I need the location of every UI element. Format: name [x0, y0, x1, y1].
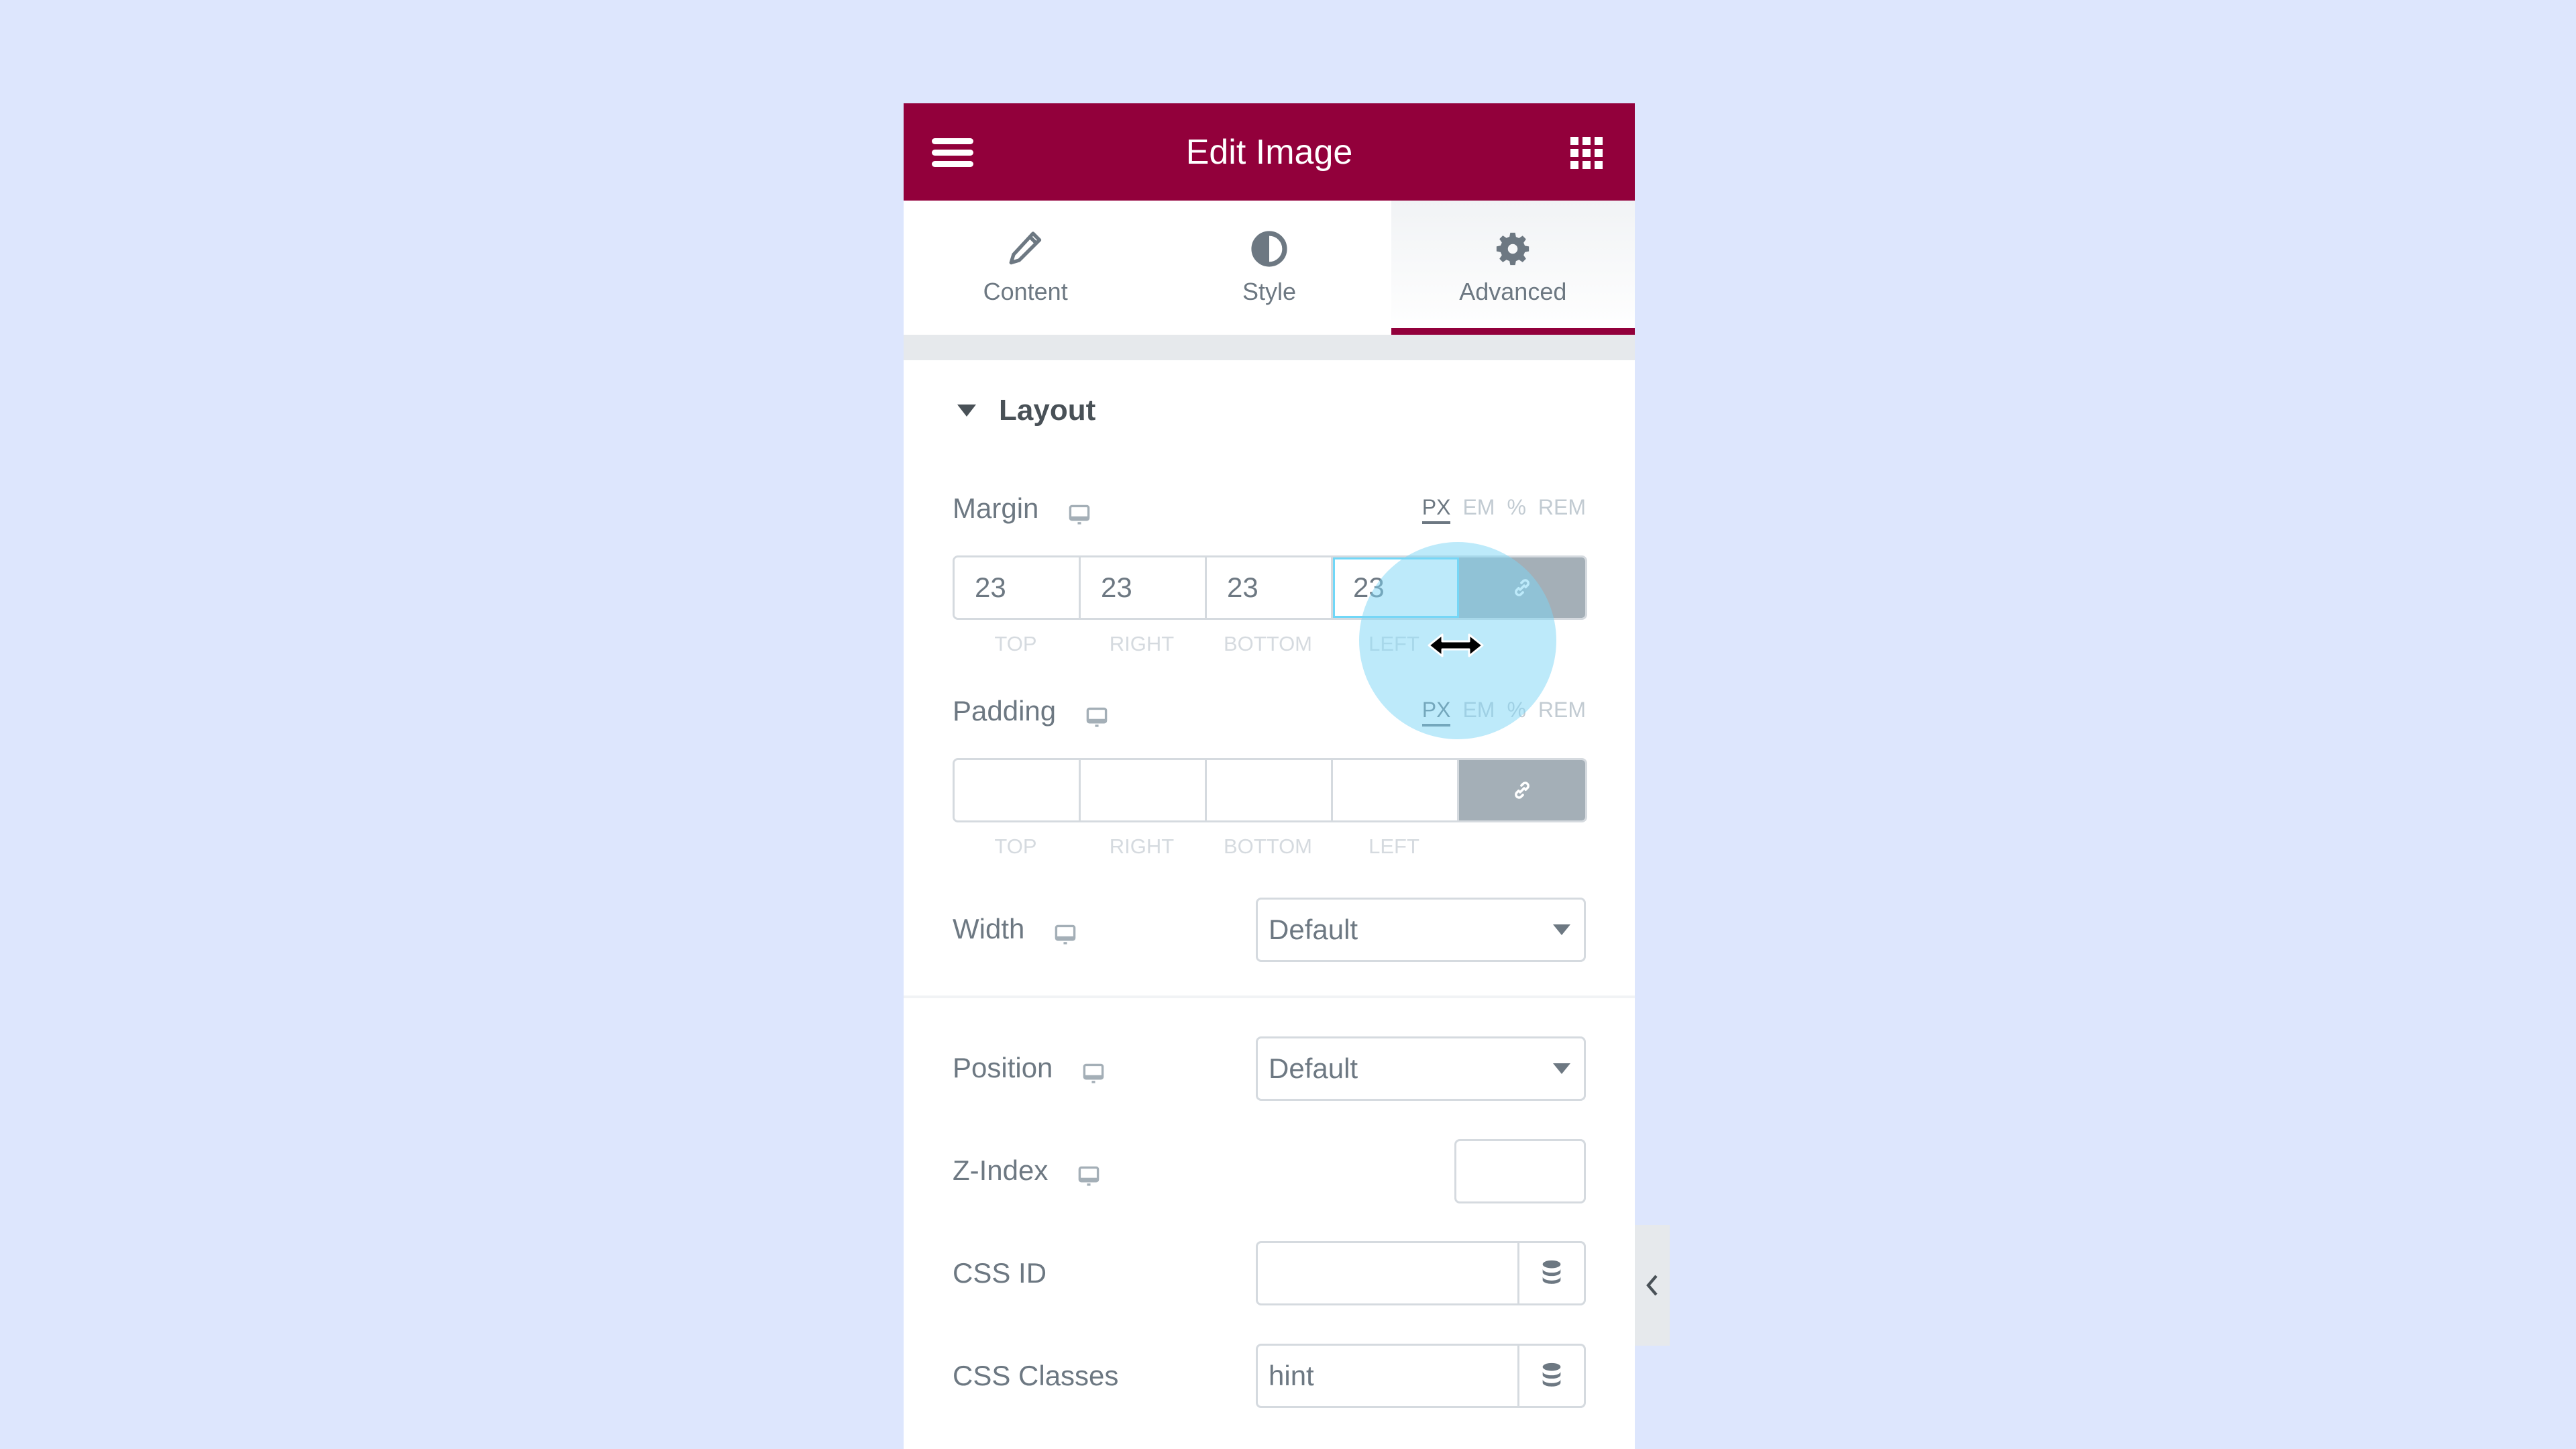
unit-percent[interactable]: %: [1507, 698, 1525, 727]
desktop-icon[interactable]: [1077, 1165, 1101, 1188]
unit-em[interactable]: EM: [1462, 495, 1495, 524]
dim-label-left: LEFT: [1368, 835, 1419, 858]
unit-rem[interactable]: REM: [1538, 495, 1586, 524]
chevron-down-icon: [1553, 1063, 1570, 1074]
dynamic-tags-button[interactable]: [1517, 1346, 1584, 1406]
panel-header: Edit Image: [904, 103, 1635, 201]
margin-dim-labels: TOP RIGHT BOTTOM LEFT: [953, 632, 1460, 656]
padding-link-button[interactable]: [1459, 760, 1585, 820]
tab-style-label: Style: [1242, 278, 1297, 305]
desktop-icon[interactable]: [1053, 924, 1077, 947]
unit-px[interactable]: PX: [1421, 698, 1451, 727]
margin-dimensions: 23 23 23 23: [953, 555, 1587, 620]
tab-advanced[interactable]: Advanced: [1391, 201, 1635, 335]
dim-label-bottom: BOTTOM: [1223, 835, 1313, 858]
chevron-left-icon: [1646, 1275, 1658, 1296]
position-row: Position Default: [953, 1036, 1586, 1101]
z-index-label: Z-Index: [953, 1154, 1049, 1186]
padding-dimensions: [953, 758, 1587, 822]
padding-left-input[interactable]: [1333, 760, 1459, 820]
z-index-input[interactable]: [1454, 1139, 1586, 1203]
dim-label-bottom: BOTTOM: [1223, 632, 1313, 655]
margin-bottom-input[interactable]: 23: [1207, 557, 1333, 618]
unit-rem[interactable]: REM: [1538, 698, 1586, 727]
panel-title: Edit Image: [1185, 132, 1353, 172]
tab-advanced-label: Advanced: [1459, 278, 1567, 305]
padding-units: PX EM % REM: [1421, 698, 1586, 727]
section-layout-toggle[interactable]: Layout: [904, 360, 1635, 461]
dim-label-top: TOP: [994, 632, 1037, 655]
css-classes-input[interactable]: hint: [1258, 1346, 1517, 1406]
unit-percent[interactable]: %: [1507, 495, 1525, 524]
link-icon: [1515, 579, 1529, 596]
desktop-icon[interactable]: [1085, 706, 1109, 729]
css-classes-field: hint: [1256, 1344, 1586, 1408]
css-id-label: CSS ID: [953, 1257, 1047, 1289]
desktop-icon[interactable]: [1081, 1063, 1106, 1085]
padding-bottom-input[interactable]: [1207, 760, 1333, 820]
margin-left-input[interactable]: 23: [1333, 557, 1459, 618]
dim-label-top: TOP: [994, 835, 1037, 858]
half-circle-icon: [1251, 231, 1287, 267]
tab-content[interactable]: Content: [904, 201, 1147, 335]
padding-label: Padding: [953, 695, 1057, 727]
collapse-panel-button[interactable]: [1635, 1225, 1670, 1346]
desktop-icon[interactable]: [1067, 504, 1091, 527]
padding-dim-labels: TOP RIGHT BOTTOM LEFT: [953, 835, 1460, 859]
link-icon: [1515, 782, 1529, 799]
panel-tabs: Content Style Advanced: [904, 201, 1635, 335]
unit-px[interactable]: PX: [1421, 495, 1451, 524]
css-id-row: CSS ID: [953, 1241, 1586, 1305]
database-icon: [1542, 1362, 1561, 1387]
padding-right-input[interactable]: [1081, 760, 1207, 820]
margin-right-input[interactable]: 23: [1081, 557, 1207, 618]
width-row: Width Default: [953, 898, 1586, 962]
css-id-field: [1256, 1241, 1586, 1305]
section-divider: [904, 996, 1635, 998]
tab-style[interactable]: Style: [1147, 201, 1391, 335]
width-label: Width: [953, 912, 1025, 945]
gear-icon: [1497, 232, 1529, 266]
dim-label-left: LEFT: [1368, 632, 1419, 655]
width-select[interactable]: Default: [1256, 898, 1586, 962]
dim-label-right: RIGHT: [1109, 632, 1175, 655]
position-label: Position: [953, 1051, 1053, 1083]
margin-link-button[interactable]: [1459, 557, 1585, 618]
tab-content-label: Content: [983, 278, 1068, 305]
database-icon: [1542, 1260, 1561, 1284]
margin-top-input[interactable]: 23: [955, 557, 1081, 618]
section-title: Layout: [999, 394, 1096, 427]
width-select-value: Default: [1269, 914, 1358, 945]
margin-header: Margin PX EM % REM: [953, 492, 1586, 527]
padding-top-input[interactable]: [955, 760, 1081, 820]
grid-icon[interactable]: [1570, 137, 1603, 169]
margin-label: Margin: [953, 492, 1039, 524]
unit-em[interactable]: EM: [1462, 698, 1495, 727]
editor-panel: Edit Image Content Style Advanced Layout…: [904, 103, 1635, 1449]
z-index-row: Z-Index: [953, 1139, 1586, 1203]
tabs-divider: [904, 335, 1635, 360]
css-classes-label: CSS Classes: [953, 1360, 1119, 1391]
css-classes-row: CSS Classes hint: [953, 1344, 1586, 1408]
hamburger-icon[interactable]: [932, 138, 973, 167]
pencil-icon: [1009, 231, 1041, 265]
caret-down-icon: [957, 405, 976, 417]
margin-units: PX EM % REM: [1421, 495, 1586, 524]
dim-label-right: RIGHT: [1109, 835, 1175, 858]
position-select-value: Default: [1269, 1053, 1358, 1084]
chevron-down-icon: [1553, 924, 1570, 935]
css-id-input[interactable]: [1258, 1243, 1517, 1303]
position-select[interactable]: Default: [1256, 1036, 1586, 1101]
dynamic-tags-button[interactable]: [1517, 1243, 1584, 1303]
padding-header: Padding PX EM % REM: [953, 695, 1586, 729]
